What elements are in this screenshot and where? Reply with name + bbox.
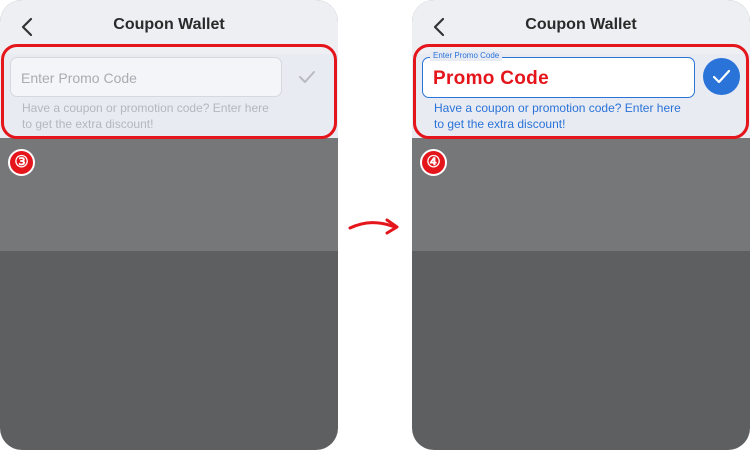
- page-title: Coupon Wallet: [113, 16, 225, 33]
- page-title: Coupon Wallet: [525, 16, 637, 33]
- dim-overlay: [412, 138, 750, 251]
- curved-arrow-right-icon: [348, 218, 399, 235]
- dim-overlay: [0, 138, 338, 251]
- phone-screen-step-4: Coupon Wallet Promo Code Enter Promo Cod…: [412, 0, 750, 450]
- highlight-frame: [413, 44, 749, 139]
- phone-screen-step-3: Coupon Wallet Enter Promo Code Have a co…: [0, 0, 338, 450]
- highlight-frame: [1, 44, 337, 139]
- step-badge: ③: [8, 149, 35, 176]
- step-badge: ④: [420, 149, 447, 176]
